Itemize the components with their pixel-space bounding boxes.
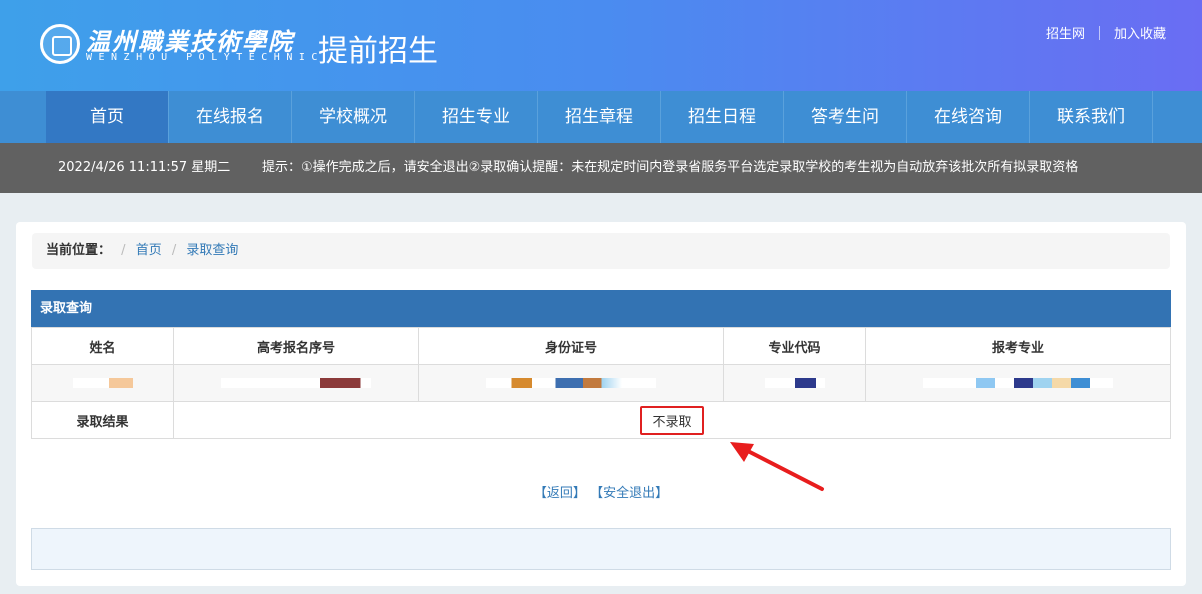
logout-link[interactable]: 【安全退出】 [590,486,668,501]
link-admissions-site[interactable]: 招生网 [1046,23,1085,42]
redacted-exam-number [173,364,419,402]
current-datetime: 2022/4/26 11:11:57 星期二 [58,160,231,175]
col-exam-number: 高考报名序号 [173,327,419,365]
breadcrumb: 当前位置： / 首页 / 录取查询 [32,233,1170,269]
link-add-favorite[interactable]: 加入收藏 [1114,23,1166,42]
query-panel-title: 录取查询 [31,290,1171,327]
result-cell: 不录取 [173,401,1171,439]
action-links: 【返回】 【安全退出】 [16,482,1186,501]
school-seal-icon [40,24,80,64]
breadcrumb-home[interactable]: 首页 [136,243,162,258]
breadcrumb-current[interactable]: 录取查询 [186,243,238,258]
breadcrumb-label: 当前位置： [46,243,112,258]
result-row: 录取结果 不录取 [31,401,1171,439]
redacted-major-name [865,364,1171,402]
nav-item-online-consult[interactable]: 在线咨询 [907,91,1030,143]
info-box [31,528,1171,570]
nav-item-charter[interactable]: 招生章程 [538,91,661,143]
col-id-number: 身份证号 [418,327,724,365]
top-links: 招生网 加入收藏 [1046,23,1166,42]
notice-bar: 2022/4/26 11:11:57 星期二 提示：①操作完成之后，请安全退出②… [0,143,1202,193]
col-major-code: 专业代码 [723,327,866,365]
nav-item-faq[interactable]: 答考生问 [784,91,907,143]
result-label: 录取结果 [31,401,174,439]
site-header: 温州職業技術學院 WENZHOU POLYTECHNIC 提前招生 招生网 加入… [0,0,1202,91]
nav-item-school-overview[interactable]: 学校概况 [292,91,415,143]
back-link[interactable]: 【返回】 [534,486,586,501]
annotation-arrow-icon [730,442,824,491]
result-value: 不录取 [640,405,704,435]
nav-item-home[interactable]: 首页 [46,91,169,143]
col-name: 姓名 [31,327,174,365]
breadcrumb-separator: / [171,243,177,258]
table-row [31,364,1171,402]
nav-item-majors[interactable]: 招生专业 [415,91,538,143]
redacted-name [31,364,174,402]
admission-result-table: 姓名 高考报名序号 身份证号 专业代码 报考专业 录取结果 不录取 [31,327,1171,439]
logo-english-name: WENZHOU POLYTECHNIC [86,52,324,63]
link-divider [1098,25,1100,40]
notice-tip: 提示：①操作完成之后，请安全退出②录取确认提醒：未在规定时间内登录省服务平台选定… [262,160,1079,175]
redacted-id-number [418,364,724,402]
page-title: 提前招生 [318,34,438,69]
nav-item-contact[interactable]: 联系我们 [1030,91,1153,143]
nav-item-online-apply[interactable]: 在线报名 [169,91,292,143]
table-header-row: 姓名 高考报名序号 身份证号 专业代码 报考专业 [31,327,1171,365]
main-nav: 首页 在线报名 学校概况 招生专业 招生章程 招生日程 答考生问 在线咨询 联系… [0,91,1202,143]
col-applied-major: 报考专业 [865,327,1171,365]
redacted-major-code [723,364,866,402]
nav-item-schedule[interactable]: 招生日程 [661,91,784,143]
breadcrumb-separator: / [121,243,126,258]
content-panel: 当前位置： / 首页 / 录取查询 录取查询 姓名 高考报名序号 身份证号 专业… [16,222,1186,586]
